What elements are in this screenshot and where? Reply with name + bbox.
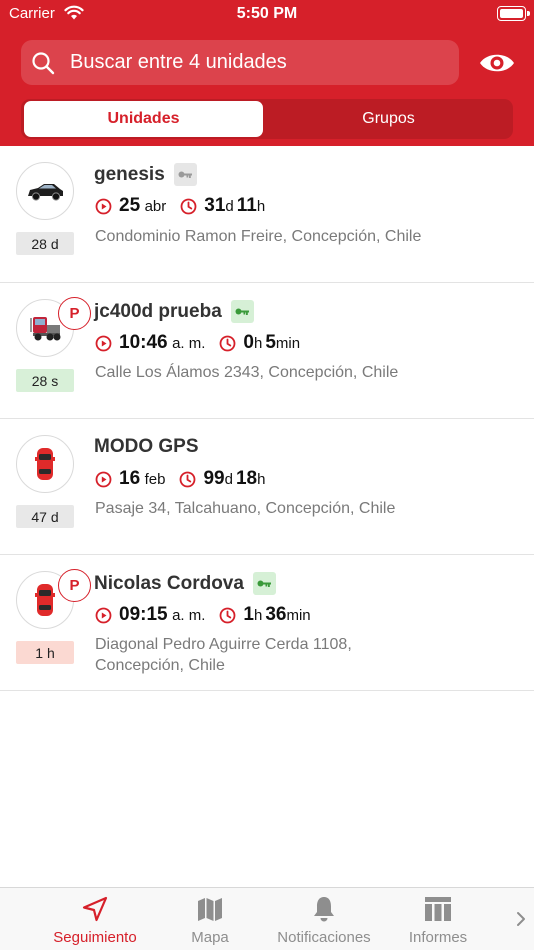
- tab-label: Notificaciones: [277, 929, 371, 946]
- key-icon: [235, 308, 249, 315]
- ignition-badge: [252, 572, 276, 595]
- parked-badge: P: [58, 297, 91, 330]
- clock: 5:50 PM: [236, 5, 298, 22]
- unit-address: Calle Los Álamos 2343, Concepción, Chile: [95, 364, 399, 381]
- unit-address: Diagonal Pedro Aguirre Cerda 1108, Conce…: [95, 634, 515, 676]
- unit-address: Pasaje 34, Talcahuano, Concepción, Chile: [95, 500, 396, 517]
- unit-row-genesis[interactable]: 28 d genesis 25 abr 31 d 11 h Condominio…: [0, 146, 534, 283]
- eye-icon[interactable]: [478, 47, 516, 79]
- tab-label: Mapa: [191, 929, 229, 946]
- tab-notificaciones[interactable]: Notificaciones: [264, 888, 384, 950]
- duration-value: 99: [203, 468, 225, 489]
- duration-value: 31: [204, 195, 226, 216]
- duration-value: 36: [265, 604, 287, 625]
- last-report-value: 09:15: [119, 604, 168, 625]
- red-car-top-icon: [35, 584, 55, 616]
- last-update-badge: 28 s: [16, 369, 74, 392]
- tab-label: Seguimiento: [53, 929, 137, 946]
- duration-unit: h: [253, 334, 263, 352]
- duration-unit: h: [253, 606, 263, 624]
- last-update-badge: 28 d: [16, 232, 74, 255]
- unit-name: genesis: [94, 163, 165, 185]
- clock-icon: [220, 607, 236, 623]
- duration-unit: min: [286, 606, 311, 624]
- units-list: 28 d genesis 25 abr 31 d 11 h Condominio…: [0, 146, 534, 691]
- tab-mapa[interactable]: Mapa: [170, 888, 250, 950]
- duration-unit: d: [224, 470, 233, 488]
- search-input[interactable]: [70, 40, 450, 85]
- unit-name: jc400d prueba: [94, 300, 222, 322]
- last-report-unit: abr: [144, 197, 167, 215]
- duration-value: 1: [243, 604, 254, 625]
- duration-unit: h: [257, 470, 266, 488]
- last-report-unit: a. m.: [172, 334, 206, 352]
- navigation-arrow-icon: [82, 896, 108, 922]
- tab-seguimiento[interactable]: Seguimiento: [40, 888, 150, 950]
- parked-badge: P: [58, 569, 91, 602]
- black-car-icon: [28, 184, 63, 201]
- header: Carrier 5:50 PM Unidades Grupos: [0, 0, 534, 146]
- battery-icon: [497, 6, 530, 21]
- play-circle-icon: [95, 607, 112, 623]
- segmented-control: Unidades Grupos: [21, 99, 513, 139]
- duration-value: 11: [236, 195, 257, 216]
- key-icon: [257, 580, 271, 587]
- search-bar[interactable]: [21, 40, 459, 85]
- address-line: Diagonal Pedro Aguirre Cerda 1108,: [95, 636, 352, 653]
- duration-value: 0: [243, 332, 254, 353]
- unit-row-jc400d[interactable]: P 28 s jc400d prueba 10:46 a. m. 0 h 5 m…: [0, 283, 534, 419]
- unit-address: Condominio Ramon Freire, Concepción, Chi…: [95, 228, 422, 245]
- tab-bar: Seguimiento Mapa Notificaciones Informes: [0, 887, 534, 950]
- last-update-badge: 1 h: [16, 641, 74, 664]
- play-circle-icon: [95, 335, 112, 351]
- truck-icon: [30, 317, 61, 341]
- clock-icon: [180, 471, 196, 487]
- last-report-unit: feb: [144, 470, 166, 488]
- map-icon: [198, 898, 222, 921]
- address-line: Concepción, Chile: [95, 657, 225, 674]
- report-table-icon: [425, 897, 451, 921]
- duration-value: 5: [265, 332, 276, 353]
- duration-unit: h: [256, 197, 266, 215]
- bell-icon: [314, 897, 334, 922]
- chevron-right-icon[interactable]: [515, 911, 527, 927]
- last-report-value: 16: [119, 468, 141, 489]
- clock-icon: [220, 335, 236, 351]
- last-report-value: 25: [119, 195, 141, 216]
- search-icon: [32, 52, 55, 75]
- play-circle-icon: [95, 471, 112, 487]
- tab-informes[interactable]: Informes: [393, 888, 483, 950]
- unit-name: MODO GPS: [94, 436, 199, 457]
- segment-grupos[interactable]: Grupos: [267, 101, 510, 137]
- last-report-unit: a. m.: [172, 606, 206, 624]
- duration-value: 18: [235, 468, 258, 489]
- red-car-top-icon: [35, 448, 55, 480]
- duration-unit: min: [275, 334, 301, 352]
- tab-label: Informes: [408, 929, 468, 946]
- segment-unidades[interactable]: Unidades: [24, 101, 263, 137]
- unit-row-nicolas-cordova[interactable]: P 1 h Nicolas Cordova 09:15 a. m. 1 h 36…: [0, 555, 534, 691]
- key-icon: [178, 171, 192, 178]
- play-circle-icon: [95, 198, 112, 214]
- duration-unit: d: [225, 197, 234, 215]
- last-report-value: 10:46: [119, 332, 168, 353]
- unit-name: Nicolas Cordova: [94, 572, 244, 594]
- ignition-badge: [230, 300, 254, 323]
- clock-icon: [180, 198, 197, 214]
- ignition-badge: [173, 163, 197, 186]
- unit-row-modo-gps[interactable]: 47 d MODO GPS 16 feb 99 d 18 h Pasaje 34…: [0, 419, 534, 555]
- unit-avatar: [16, 435, 74, 493]
- last-update-badge: 47 d: [16, 505, 74, 528]
- status-bar: Carrier 5:50 PM: [0, 0, 534, 30]
- unit-avatar: [16, 162, 74, 220]
